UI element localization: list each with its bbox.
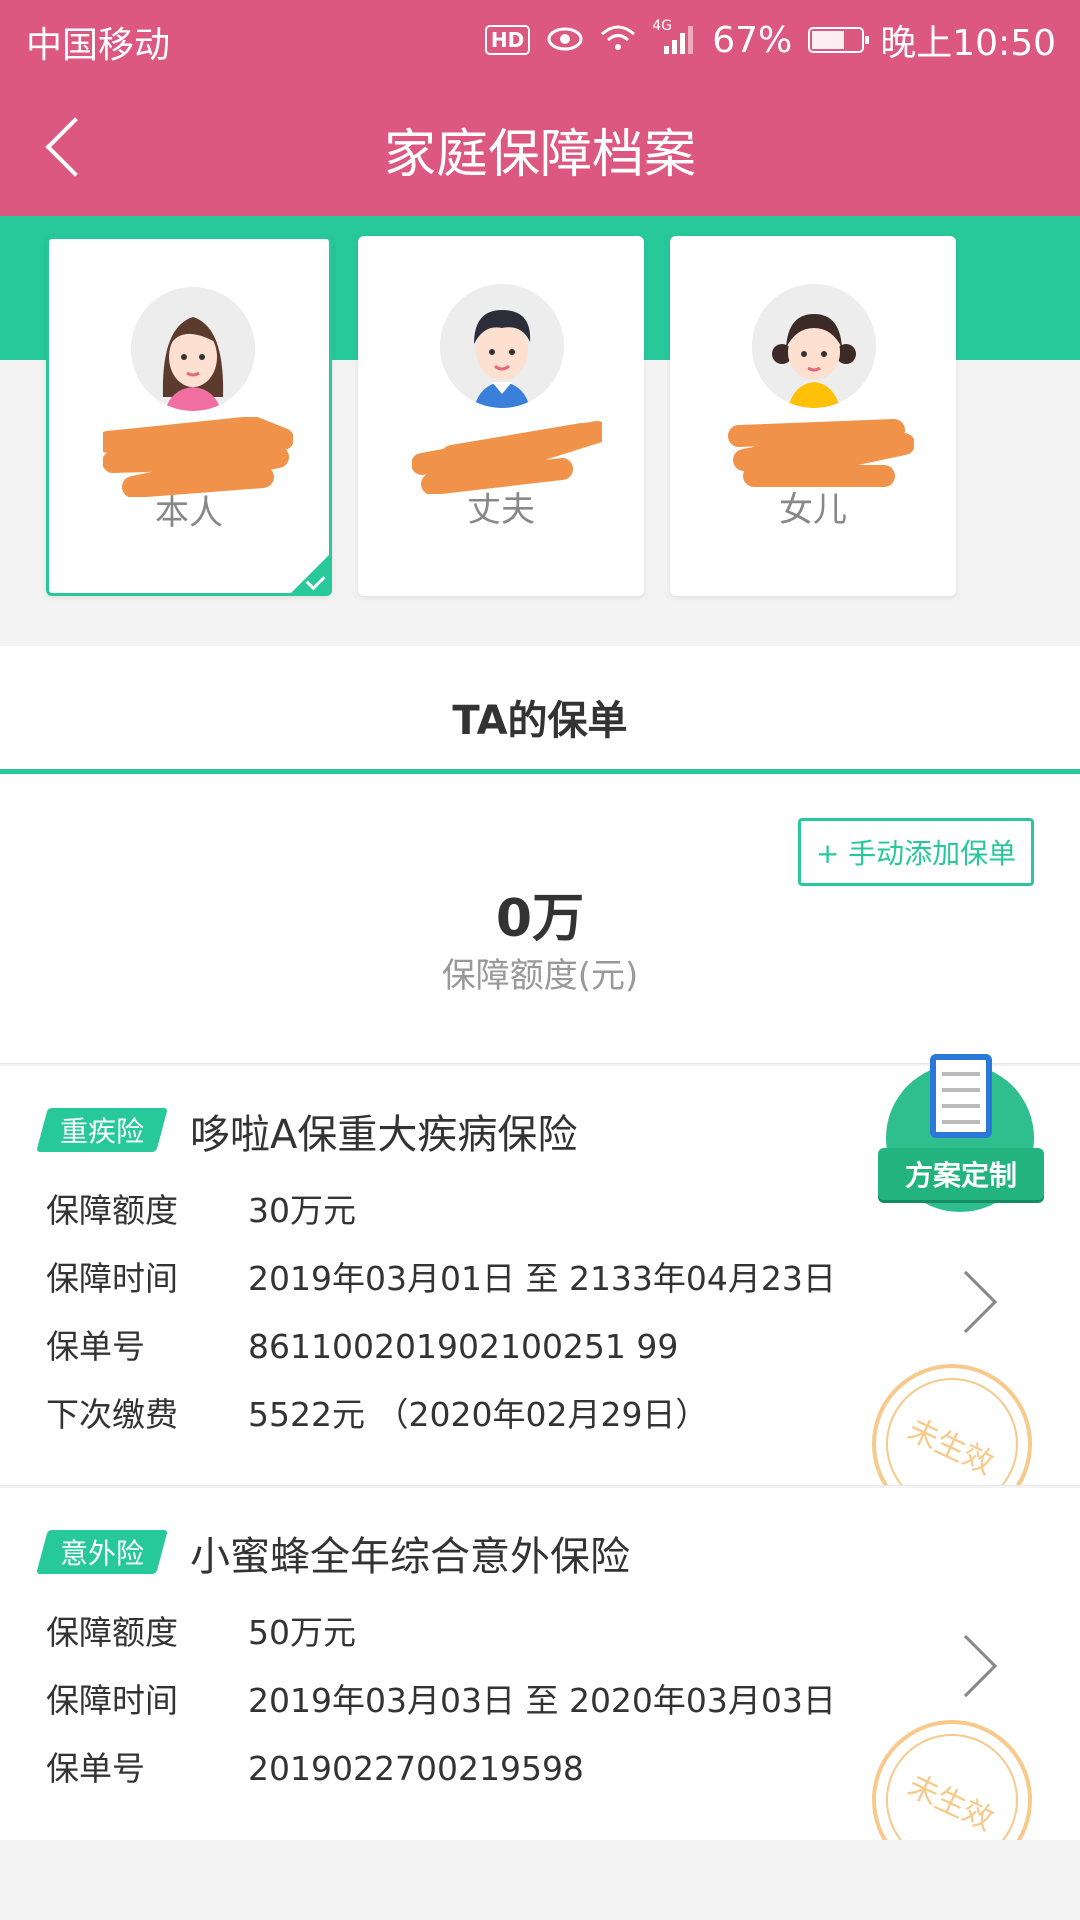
selected-check-icon xyxy=(288,552,332,596)
member-card-self[interactable]: 本人 xyxy=(46,236,332,596)
policy-row-period: 保障时间 2019年03月01日 至 2133年04月23日 xyxy=(46,1259,836,1298)
member-card-daughter[interactable]: 女儿 xyxy=(670,236,956,596)
title-bar: 家庭保障档案 xyxy=(0,76,1080,216)
policy-card[interactable]: 意外险 小蜜蜂全年综合意外保险 保障额度 50万元 保障时间 2019年03月03日… xyxy=(0,1488,1080,1840)
policy-row-coverage: 保障额度 50万元 xyxy=(46,1613,356,1652)
battery-percent: 67% xyxy=(712,19,793,61)
clock: 晚上10:50 xyxy=(880,23,1056,64)
wifi-icon xyxy=(600,20,636,61)
policy-row-next-payment: 下次缴费 5522元 （2020年02月29日） xyxy=(46,1395,709,1434)
chevron-right-icon[interactable] xyxy=(934,1634,998,1698)
eye-icon xyxy=(546,20,584,61)
not-effective-stamp-icon: 未生效 xyxy=(872,1364,1032,1485)
coverage-summary: + 手动添加保单 0万 保障额度(元) xyxy=(0,774,1080,1064)
coverage-amount-label: 保障额度(元) xyxy=(441,956,639,996)
member-role-label: 女儿 xyxy=(779,490,847,530)
policy-name: 小蜜蜂全年综合意外保险 xyxy=(190,1534,630,1580)
policy-type-tag: 意外险 xyxy=(36,1530,168,1574)
policy-row-number: 保单号 2019022700219598 xyxy=(46,1749,584,1788)
page-title: 家庭保障档案 xyxy=(383,125,696,185)
member-card-husband[interactable]: 丈夫 xyxy=(358,236,644,596)
hd-icon: HD xyxy=(484,25,531,55)
policy-row-number: 保单号 861100201902100251 99 xyxy=(46,1327,679,1366)
policy-type-tag: 重疾险 xyxy=(36,1108,168,1152)
tab-policies[interactable]: TA的保单 xyxy=(0,688,1080,746)
girl-avatar-icon xyxy=(752,284,876,408)
member-role-label: 本人 xyxy=(155,493,223,533)
family-members: 本人 丈夫 女儿 xyxy=(0,236,1080,596)
clipboard-icon xyxy=(930,1054,992,1138)
plan-customize-label: 方案定制 xyxy=(878,1148,1044,1200)
chevron-right-icon[interactable] xyxy=(934,1270,998,1334)
policy-row-period: 保障时间 2019年03月03日 至 2020年03月03日 xyxy=(46,1681,836,1720)
battery-icon xyxy=(808,27,870,53)
not-effective-stamp-icon: 未生效 xyxy=(872,1720,1032,1840)
policy-tab-bar: TA的保单 xyxy=(0,646,1080,774)
carrier-name: 中国移动 xyxy=(26,25,171,66)
member-role-label: 丈夫 xyxy=(467,490,535,530)
status-bar: 中国移动 HD 4G 67% 晚上10:50 xyxy=(0,0,1080,76)
policy-row-coverage: 保障额度 30万元 xyxy=(46,1191,356,1230)
plan-customize-button[interactable]: 方案定制 xyxy=(872,1054,1048,1214)
woman-avatar-icon xyxy=(131,287,255,411)
policy-name: 哆啦A保重大疾病保险 xyxy=(190,1112,578,1158)
signal-icon: 4G xyxy=(652,18,696,56)
coverage-amount: 0万 xyxy=(495,889,585,949)
man-avatar-icon xyxy=(440,284,564,408)
status-icons: HD 4G 67% 晚上10:50 xyxy=(484,14,1056,66)
